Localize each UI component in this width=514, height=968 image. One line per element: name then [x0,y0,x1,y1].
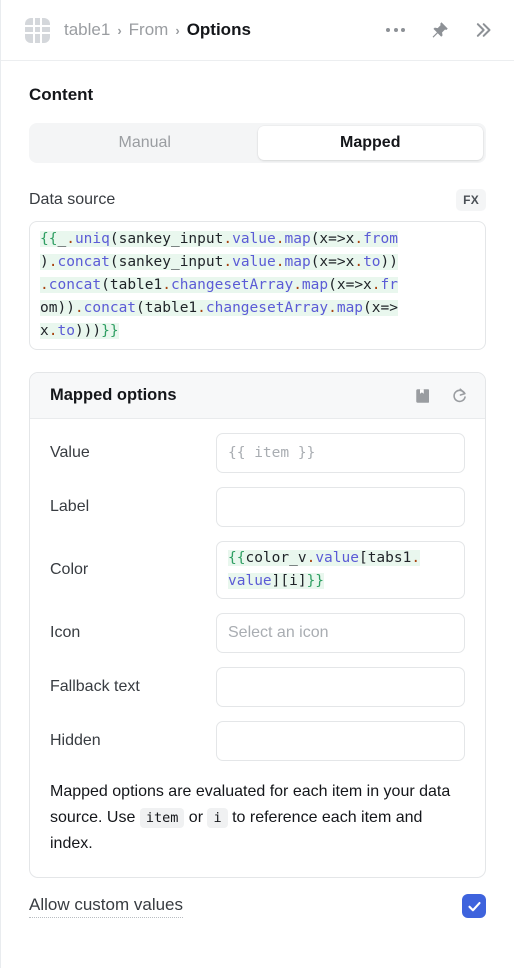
breadcrumb: table1 › From › Options [64,20,251,40]
mapped-options-header: Mapped options [30,373,485,419]
panel-body: Content Manual Mapped Data source FX {{_… [1,61,514,968]
field-row-label: Label [50,487,465,527]
pin-icon[interactable] [429,20,450,41]
table-grid-icon [25,17,50,43]
field-row-value: Value {{ item }} [50,433,465,473]
mapped-options-help-text: Mapped options are evaluated for each it… [50,775,465,873]
content-section-title: Content [29,85,94,104]
hidden-input[interactable] [216,721,465,761]
value-input[interactable]: {{ item }} [216,433,465,473]
value-input-placeholder: {{ item }} [228,445,316,461]
mapped-options-body: Value {{ item }} Label Color {{color_v.v… [30,419,485,877]
mapped-options-header-icons [414,386,469,405]
code-line: .concat(table1.changesetArray.map(x=>x.f… [40,277,398,293]
help-code-chip-i: i [207,808,228,828]
code-line: ).concat(sankey_input.value.map(x=>x.to)… [40,254,399,270]
tab-manual[interactable]: Manual [32,126,258,160]
field-label-icon: Icon [50,624,81,641]
header-actions [384,20,492,41]
book-icon[interactable] [414,387,432,405]
field-row-hidden: Hidden [50,721,465,761]
label-input[interactable] [216,487,465,527]
field-row-color: Color {{color_v.value[tabs1. value][i]}} [50,541,465,599]
field-label-hidden: Hidden [50,732,101,749]
icon-select-placeholder: Select an icon [228,624,329,641]
code-line: om)).concat(table1.changesetArray.map(x=… [40,300,398,316]
code-line: x.to)))}} [40,323,119,339]
reset-arrow-icon[interactable] [450,386,469,405]
breadcrumb-separator-icon: › [117,22,122,38]
data-source-code-lines: {{_.uniq(sankey_input.value.map(x=>x.fro… [30,228,485,343]
data-source-row: Data source FX [29,189,486,211]
field-row-fallback-text: Fallback text [50,667,465,707]
help-code-chip-item: item [139,808,185,828]
field-row-icon: Icon Select an icon [50,613,465,653]
panel-header: table1 › From › Options [1,0,514,61]
chevrons-right-icon[interactable] [472,20,492,40]
breadcrumb-item-table1[interactable]: table1 [64,20,110,40]
content-mode-tabs: Manual Mapped [29,123,486,163]
help-text-part-2: or [188,809,204,826]
allow-custom-values-label: Allow custom values [29,895,184,918]
mapped-options-card: Mapped options Value {{item}} Label Co… [29,372,486,878]
breadcrumb-item-options: Options [186,20,251,39]
field-label-color: Color [50,561,89,578]
mapped-options-title: Mapped options [50,386,177,404]
data-source-code-editor[interactable]: {{_.uniq(sankey_input.value.map(x=>x.fro… [29,221,486,350]
field-label-label: Label [50,498,90,515]
color-input[interactable]: {{color_v.value[tabs1. value][i]}} [216,541,465,599]
options-panel: table1 › From › Options Content Manual M… [0,0,514,968]
fallback-text-input[interactable] [216,667,465,707]
breadcrumb-item-from[interactable]: From [129,20,169,40]
tab-mapped[interactable]: Mapped [257,126,483,160]
allow-custom-values-checkbox[interactable] [462,894,486,918]
code-line: {{_.uniq(sankey_input.value.map(x=>x.fro… [40,231,398,247]
data-source-label: Data source [29,191,116,208]
icon-select-input[interactable]: Select an icon [216,613,465,653]
field-label-value: Value [50,444,90,461]
allow-custom-values-row: Allow custom values [29,894,486,928]
code-line: {{color_v.value[tabs1. [228,550,421,566]
color-input-code-lines: {{color_v.value[tabs1. value][i]}} [226,547,455,593]
fx-button[interactable]: FX [456,189,486,211]
field-label-fallback-text: Fallback text [50,678,140,695]
code-line: value][i]}} [228,573,325,589]
breadcrumb-separator-icon: › [175,22,180,38]
ellipsis-icon[interactable] [384,22,407,38]
